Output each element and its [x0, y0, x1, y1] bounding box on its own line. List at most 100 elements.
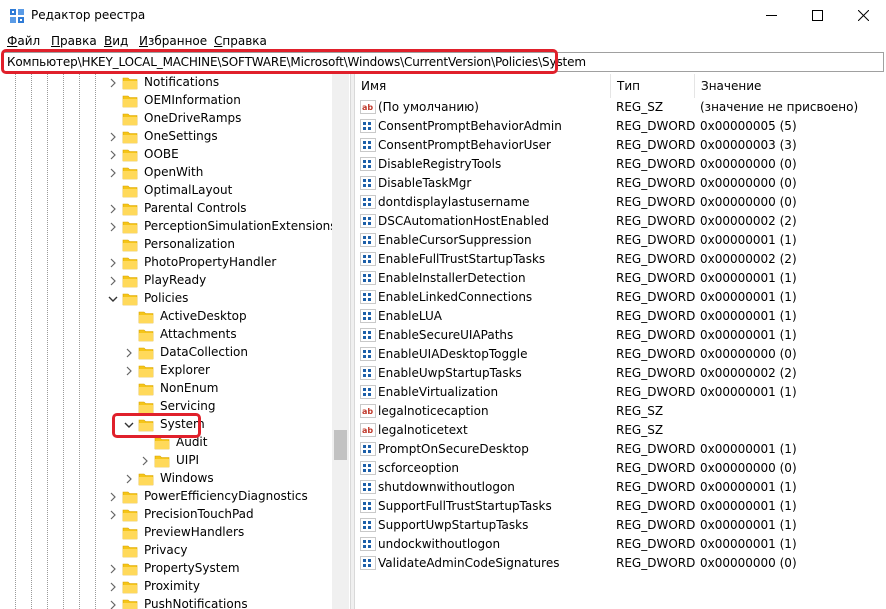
tree-guide-line	[15, 74, 16, 609]
tree-item-label: PushNotifications	[144, 597, 248, 609]
chevron-right-icon[interactable]	[107, 76, 119, 90]
chevron-right-icon[interactable]	[107, 256, 119, 270]
value-row[interactable]: EnableUwpStartupTasks REG_DWORD 0x00000002…	[355, 364, 886, 383]
values-list-pane[interactable]: Имя Тип Значение ab (По умолчанию) REG_SZ (…	[355, 74, 886, 609]
folder-icon	[122, 95, 138, 108]
chevron-right-icon[interactable]	[107, 508, 119, 522]
chevron-down-icon[interactable]	[107, 292, 119, 306]
column-header-type[interactable]: Тип	[611, 74, 694, 98]
binary-value-icon	[360, 556, 376, 570]
tree-item-label: OptimalLayout	[144, 183, 233, 197]
chevron-right-icon[interactable]	[107, 166, 119, 180]
folder-icon	[138, 329, 154, 342]
value-row[interactable]: ValidateAdminCodeSignatures REG_DWORD 0x00…	[355, 554, 886, 573]
menu-help-label: правка	[222, 34, 267, 48]
value-row[interactable]: scforceoption REG_DWORD 0x00000000 (0)	[355, 459, 886, 478]
value-row[interactable]: dontdisplaylastusername REG_DWORD 0x000000…	[355, 193, 886, 212]
value-row[interactable]: DisableRegistryTools REG_DWORD 0x00000000 …	[355, 155, 886, 174]
tree-item-label: PropertySystem	[144, 561, 240, 575]
column-header-data[interactable]: Значение	[695, 74, 886, 98]
menu-view[interactable]: Вид	[104, 34, 128, 48]
value-data: 0x00000001 (1)	[700, 309, 797, 323]
chevron-right-icon[interactable]	[123, 346, 135, 360]
value-type: REG_DWORD	[616, 195, 696, 209]
value-type: REG_DWORD	[616, 385, 696, 399]
folder-icon	[138, 365, 154, 378]
tree-item-label: Notifications	[144, 75, 220, 89]
value-row[interactable]: PromptOnSecureDesktop REG_DWORD 0x00000001…	[355, 440, 886, 459]
folder-icon	[122, 167, 138, 180]
folder-icon	[122, 257, 138, 270]
menu-file[interactable]: Файл	[7, 34, 40, 48]
value-row[interactable]: EnableLUA REG_DWORD 0x00000001 (1)	[355, 307, 886, 326]
minimize-button[interactable]	[748, 0, 794, 31]
chevron-right-icon[interactable]	[139, 454, 151, 468]
value-row[interactable]: EnableLinkedConnections REG_DWORD 0x000000…	[355, 288, 886, 307]
value-row[interactable]: shutdownwithoutlogon REG_DWORD 0x00000001 …	[355, 478, 886, 497]
value-type: REG_DWORD	[616, 157, 696, 171]
value-data: 0x00000001 (1)	[700, 537, 797, 551]
tree-vertical-scrollbar[interactable]	[332, 74, 349, 609]
tree-item-label: Parental Controls	[144, 201, 247, 215]
value-name: dontdisplaylastusername	[378, 195, 530, 209]
value-row[interactable]: undockwithoutlogon REG_DWORD 0x00000001 (1…	[355, 535, 886, 554]
chevron-right-icon[interactable]	[107, 490, 119, 504]
chevron-right-icon[interactable]	[107, 598, 119, 609]
column-header-name[interactable]: Имя	[355, 74, 610, 98]
tree-guide-line	[31, 74, 32, 609]
value-row[interactable]: ab (По умолчанию) REG_SZ (значение не присв…	[355, 98, 886, 117]
value-data: 0x00000000 (0)	[700, 157, 797, 171]
tree-guide-line	[47, 74, 48, 609]
value-row[interactable]: ab legalnoticecaption REG_SZ	[355, 402, 886, 421]
value-data: 0x00000001 (1)	[700, 271, 797, 285]
value-row[interactable]: DisableTaskMgr REG_DWORD 0x00000000 (0)	[355, 174, 886, 193]
tree-scrollbar-thumb[interactable]	[334, 430, 347, 460]
value-name: legalnoticecaption	[378, 404, 489, 418]
tree-item-label: Privacy	[144, 543, 188, 557]
chevron-right-icon[interactable]	[107, 274, 119, 288]
close-icon	[857, 10, 869, 21]
chevron-right-icon[interactable]	[107, 148, 119, 162]
value-row[interactable]: EnableInstallerDetection REG_DWORD 0x00000…	[355, 269, 886, 288]
value-row[interactable]: EnableUIADesktopToggle REG_DWORD 0x0000000…	[355, 345, 886, 364]
value-type: REG_SZ	[616, 423, 664, 437]
svg-text:ab: ab	[362, 426, 373, 435]
value-row[interactable]: DSCAutomationHostEnabled REG_DWORD 0x00000…	[355, 212, 886, 231]
value-data: 0x00000000 (0)	[700, 461, 797, 475]
value-row[interactable]: SupportFullTrustStartupTasks REG_DWORD 0x0…	[355, 497, 886, 516]
menu-favorites[interactable]: Избранное	[139, 34, 207, 48]
menu-edit-label: равка	[60, 34, 97, 48]
value-row[interactable]: ConsentPromptBehaviorAdmin REG_DWORD 0x000…	[355, 117, 886, 136]
value-row[interactable]: ab legalnoticetext REG_SZ	[355, 421, 886, 440]
close-button[interactable]	[840, 0, 886, 31]
folder-icon	[138, 383, 154, 396]
svg-text:ab: ab	[362, 407, 373, 416]
menu-edit-accel: П	[51, 34, 61, 48]
value-data: 0x00000001 (1)	[700, 328, 797, 342]
maximize-button[interactable]	[794, 0, 840, 31]
value-name: SupportFullTrustStartupTasks	[378, 499, 552, 513]
chevron-right-icon[interactable]	[123, 364, 135, 378]
chevron-right-icon[interactable]	[107, 130, 119, 144]
value-row[interactable]: ConsentPromptBehaviorUser REG_DWORD 0x0000…	[355, 136, 886, 155]
value-row[interactable]: EnableFullTrustStartupTasks REG_DWORD 0x00…	[355, 250, 886, 269]
key-tree-pane[interactable]: Notifications OEMInformation OneDriveRamps…	[1, 74, 350, 609]
folder-icon	[122, 599, 138, 609]
chevron-right-icon[interactable]	[107, 220, 119, 234]
menu-help[interactable]: Справка	[214, 34, 267, 48]
value-row[interactable]: SupportUwpStartupTasks REG_DWORD 0x0000000…	[355, 516, 886, 535]
value-data: 0x00000002 (2)	[700, 214, 797, 228]
binary-value-icon	[360, 518, 376, 532]
binary-value-icon	[360, 233, 376, 247]
chevron-right-icon[interactable]	[107, 202, 119, 216]
value-name: EnableLinkedConnections	[378, 290, 533, 304]
tree-item-label: OOBE	[144, 147, 179, 161]
chevron-right-icon[interactable]	[107, 562, 119, 576]
value-row[interactable]: EnableSecureUIAPaths REG_DWORD 0x00000001 …	[355, 326, 886, 345]
value-row[interactable]: EnableCursorSuppression REG_DWORD 0x000000…	[355, 231, 886, 250]
chevron-right-icon[interactable]	[107, 580, 119, 594]
value-row[interactable]: EnableVirtualization REG_DWORD 0x00000001 …	[355, 383, 886, 402]
value-data: (значение не присвоено)	[700, 100, 859, 114]
menu-edit[interactable]: Правка	[51, 34, 97, 48]
chevron-right-icon[interactable]	[123, 472, 135, 486]
